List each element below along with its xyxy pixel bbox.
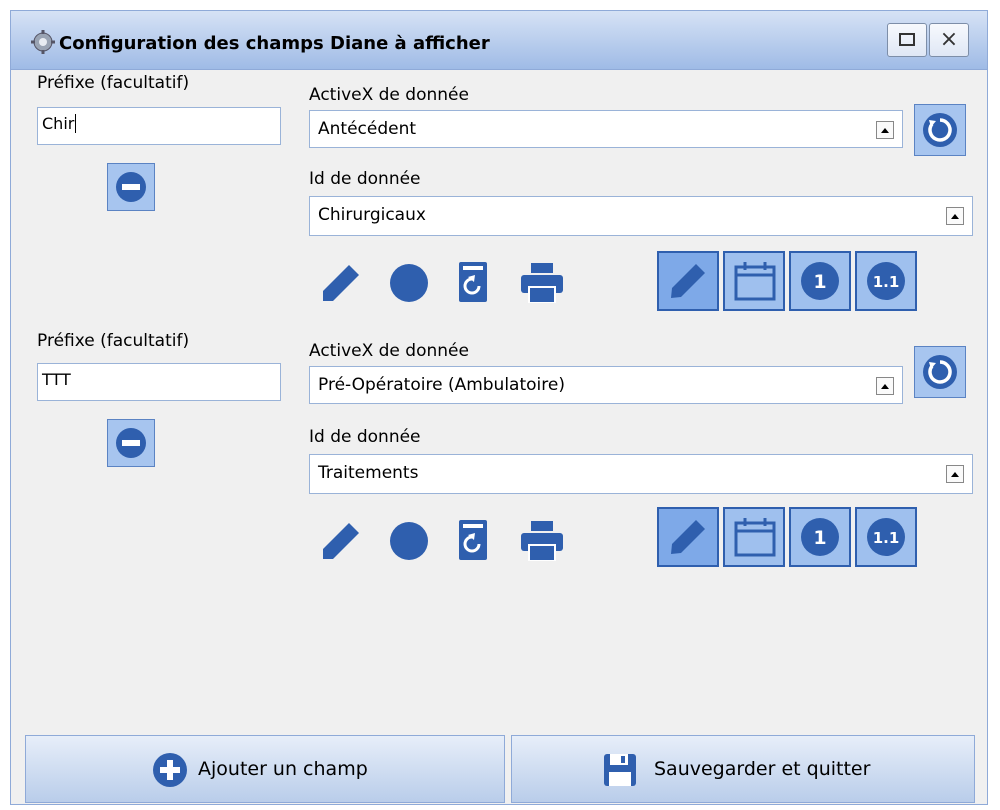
activex-label: ActiveX de donnée xyxy=(309,85,469,105)
power-icon xyxy=(923,113,957,147)
calendar-icon xyxy=(734,518,776,557)
format-integer-button[interactable]: 1 xyxy=(789,507,851,567)
id-select[interactable]: Traitements xyxy=(309,454,973,494)
dropdown-arrow-icon xyxy=(876,121,894,139)
activex-select[interactable]: Antécédent xyxy=(309,110,903,148)
id-label: Id de donnée xyxy=(309,427,421,447)
close-button[interactable]: × xyxy=(929,23,969,57)
maximize-button[interactable] xyxy=(887,23,927,57)
prefix-input[interactable]: TTT xyxy=(37,363,281,401)
add-field-button[interactable]: Ajouter un champ xyxy=(25,735,505,803)
remove-field-button[interactable] xyxy=(107,419,155,467)
format-date-button[interactable] xyxy=(723,251,785,311)
activex-value: Antécédent xyxy=(318,119,417,139)
gear-icon xyxy=(31,30,55,54)
integer-label: 1 xyxy=(813,271,826,293)
number-one-icon: 1 xyxy=(801,518,839,556)
format-date-button[interactable] xyxy=(723,507,785,567)
format-decimal-button[interactable]: 1.1 xyxy=(855,507,917,567)
integer-label: 1 xyxy=(813,527,826,549)
save-and-quit-label: Sauvegarder et quitter xyxy=(654,758,871,780)
circle-icon[interactable] xyxy=(389,263,429,303)
activex-label: ActiveX de donnée xyxy=(309,341,469,361)
refresh-button[interactable] xyxy=(914,346,966,398)
printer-icon[interactable] xyxy=(519,521,565,561)
id-value: Traitements xyxy=(318,463,419,483)
window-title: Configuration des champs Diane à affiche… xyxy=(59,33,490,54)
power-icon xyxy=(923,355,957,389)
prefix-label: Préfixe (facultatif) xyxy=(37,331,190,351)
minus-circle-icon xyxy=(116,172,146,202)
id-select[interactable]: Chirurgicaux xyxy=(309,196,973,236)
decimal-label: 1.1 xyxy=(873,529,900,547)
reset-document-icon[interactable] xyxy=(457,518,489,562)
title-bar: Configuration des champs Diane à affiche… xyxy=(11,11,987,70)
save-icon xyxy=(604,754,636,786)
refresh-button[interactable] xyxy=(914,104,966,156)
dropdown-arrow-icon xyxy=(946,207,964,225)
plus-circle-icon xyxy=(153,753,187,787)
prefix-label: Préfixe (facultatif) xyxy=(37,73,190,93)
pencil-icon xyxy=(671,264,705,298)
dropdown-arrow-icon xyxy=(946,465,964,483)
format-decimal-button[interactable]: 1.1 xyxy=(855,251,917,311)
remove-field-button[interactable] xyxy=(107,163,155,211)
calendar-icon xyxy=(734,262,776,301)
save-and-quit-button[interactable]: Sauvegarder et quitter xyxy=(511,735,975,803)
pencil-icon[interactable] xyxy=(319,519,363,563)
circle-icon[interactable] xyxy=(389,521,429,561)
prefix-value: Chir xyxy=(42,114,75,133)
format-text-button[interactable] xyxy=(657,251,719,311)
dropdown-arrow-icon xyxy=(876,377,894,395)
id-label: Id de donnée xyxy=(309,169,421,189)
activex-select[interactable]: Pré-Opératoire (Ambulatoire) xyxy=(309,366,903,404)
id-value: Chirurgicaux xyxy=(318,205,426,225)
prefix-input[interactable]: Chir xyxy=(37,107,281,145)
dialog-window: Configuration des champs Diane à affiche… xyxy=(10,10,988,805)
format-integer-button[interactable]: 1 xyxy=(789,251,851,311)
minus-circle-icon xyxy=(116,428,146,458)
pencil-icon xyxy=(671,520,705,554)
close-icon: × xyxy=(939,27,959,52)
activex-value: Pré-Opératoire (Ambulatoire) xyxy=(318,375,565,395)
decimal-label: 1.1 xyxy=(873,273,900,291)
number-decimal-icon: 1.1 xyxy=(867,262,905,300)
number-one-icon: 1 xyxy=(801,262,839,300)
printer-icon[interactable] xyxy=(519,263,565,303)
reset-document-icon[interactable] xyxy=(457,260,489,304)
format-text-button[interactable] xyxy=(657,507,719,567)
prefix-value: TTT xyxy=(42,370,71,389)
maximize-icon xyxy=(899,33,915,46)
number-decimal-icon: 1.1 xyxy=(867,518,905,556)
add-field-label: Ajouter un champ xyxy=(198,758,368,780)
pencil-icon[interactable] xyxy=(319,261,363,305)
